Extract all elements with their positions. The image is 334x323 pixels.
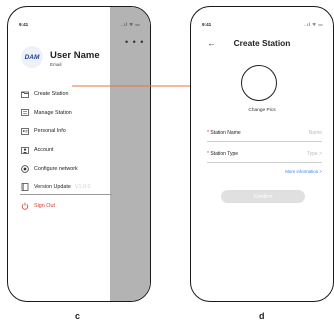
menu-item-configure-network[interactable]: Configure network	[20, 159, 110, 178]
station-type-field[interactable]: * Station Type Type >	[207, 150, 322, 163]
phone-screen-c: 9:41 ..ıl ᯤ ▭ • • • DAM User Name Email …	[7, 6, 151, 302]
caption-d: d	[259, 311, 265, 321]
station-name-field[interactable]: * Station Name Name	[207, 129, 322, 142]
version-value: V1.0.0	[74, 184, 91, 191]
more-options-icon[interactable]: • • •	[125, 37, 144, 47]
station-name-placeholder: Name	[308, 130, 322, 136]
required-mark: *	[207, 130, 209, 136]
phone-screen-d: 9:41 ..ıl ᯤ ▭ Create Station ← Change Pi…	[190, 6, 334, 302]
menu-item-version-update[interactable]: Version Update V1.0.0	[20, 178, 112, 197]
divider	[20, 193, 112, 195]
flow-arrow	[72, 82, 208, 90]
menu-item-label: Sign Out	[34, 202, 55, 209]
avatar[interactable]: DAM	[21, 46, 43, 68]
required-mark: *	[207, 151, 209, 157]
status-bar: 9:41 ..ıl ᯤ ▭	[191, 22, 333, 30]
account-icon	[20, 146, 29, 154]
signal-wifi-battery-icon: ..ıl ᯤ ▭	[120, 22, 140, 27]
menu-item-account[interactable]: Account	[20, 141, 110, 160]
menu-item-label: Configure network	[34, 165, 78, 172]
drawer-overlay[interactable]	[110, 7, 150, 301]
user-email: Email	[50, 62, 62, 67]
station-picture[interactable]	[241, 65, 277, 101]
menu-item-label: Account	[34, 147, 54, 154]
station-type-placeholder: Type >	[306, 151, 322, 157]
back-arrow-icon[interactable]: ←	[207, 38, 216, 48]
menu-item-personal-info[interactable]: Personal Info	[20, 122, 110, 141]
status-time: 9:41	[19, 22, 29, 27]
menu-item-label: Version Update	[34, 184, 71, 191]
status-time: 9:41	[202, 22, 212, 27]
id-card-icon	[20, 127, 29, 135]
menu-item-label: Manage Station	[34, 109, 72, 116]
caption-c: c	[75, 311, 81, 321]
change-pics-link[interactable]: Change Pics	[191, 108, 333, 113]
book-icon	[20, 183, 29, 192]
status-bar: 9:41 ..ıl ᯤ ▭	[8, 22, 150, 30]
more-information-link[interactable]: More information >	[285, 169, 322, 174]
menu-item-label: Personal Info	[34, 128, 66, 135]
signal-wifi-battery-icon: ..ıl ᯤ ▭	[303, 22, 323, 27]
power-icon	[20, 202, 29, 210]
network-icon	[20, 164, 29, 173]
field-label: Station Name	[210, 130, 241, 136]
folder-icon	[20, 90, 29, 98]
menu-item-sign-out[interactable]: Sign Out	[20, 197, 110, 216]
confirm-button[interactable]: Confirm	[221, 190, 305, 203]
field-label: Station Type	[210, 151, 239, 157]
menu-item-manage-station[interactable]: Manage Station	[20, 104, 110, 123]
user-name: User Name	[50, 50, 100, 61]
side-menu: Create Station Manage Station Personal I…	[20, 85, 112, 216]
manage-icon	[20, 109, 29, 117]
menu-item-label: Create Station	[34, 91, 69, 98]
